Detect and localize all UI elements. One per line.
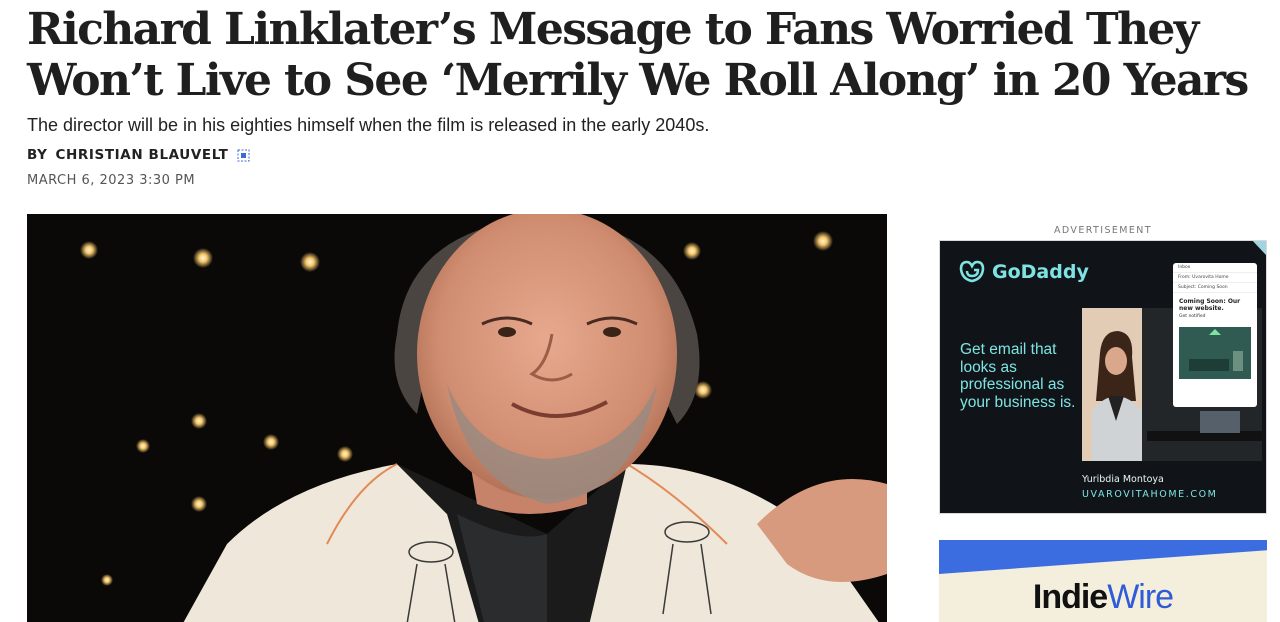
email-subject-label: Subject: [1178, 285, 1197, 290]
email-from-label: From: [1178, 275, 1191, 280]
article-dek: The director will be in his eighties him… [27, 115, 710, 135]
email-link: Get notified [1179, 314, 1206, 319]
article-headline: Richard Linklater’s Message to Fans Worr… [27, 4, 1249, 106]
ad-copy: Get email that looks as professional as … [960, 341, 1076, 411]
hero-photo [27, 214, 887, 622]
godaddy-logo: GoDaddy [958, 259, 1089, 285]
email-mockup: Inbox From: Uvarovita Home Subject: Comi… [1173, 263, 1257, 407]
ad-person-name: Yuribdia Montoya [1082, 474, 1164, 485]
byline-prefix: BY [27, 147, 48, 163]
godaddy-ad[interactable]: GoDaddy Get email that looks as professi… [939, 240, 1267, 514]
godaddy-logo-icon [958, 259, 986, 285]
author-link[interactable]: CHRISTIAN BLAUVELT [56, 147, 229, 163]
ad-url[interactable]: UVAROVITAHOME.COM [1082, 489, 1217, 500]
email-title: Coming Soon: Our new website. [1179, 298, 1241, 312]
advertisement-label: ADVERTISEMENT [1053, 225, 1152, 236]
author-profile-icon[interactable] [237, 149, 250, 162]
indiewire-logo-part1: Indie [1032, 578, 1108, 616]
email-inbox-label: Inbox [1173, 263, 1257, 273]
email-subject-value: Coming Soon [1197, 285, 1228, 290]
adchoices-icon[interactable] [1252, 241, 1266, 255]
promo-band [939, 540, 1267, 574]
publish-date: MARCH 6, 2023 3:30 PM [27, 173, 196, 188]
email-from-row: From: Uvarovita Home [1173, 273, 1257, 283]
email-from-value: Uvarovita Home [1192, 275, 1229, 280]
email-subject-row: Subject: Coming Soon [1173, 283, 1257, 293]
email-image [1179, 327, 1251, 379]
indiewire-logo-part2: Wire [1107, 578, 1174, 616]
indiewire-promo[interactable]: IndieWire [939, 540, 1267, 622]
godaddy-brand-name: GoDaddy [992, 261, 1089, 283]
byline: BY CHRISTIAN BLAUVELT [27, 147, 250, 163]
indiewire-logo: IndieWire [939, 578, 1267, 617]
